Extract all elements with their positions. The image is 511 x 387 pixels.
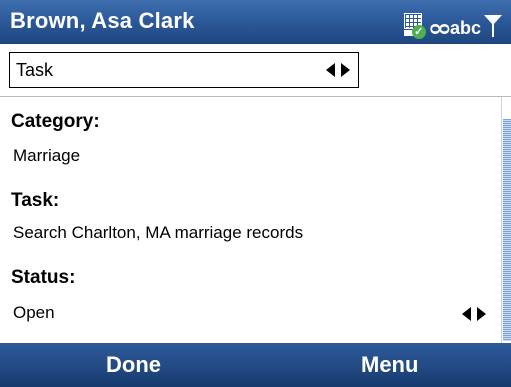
status-icons: ✓ ᴑᴑ abc xyxy=(403,5,503,39)
task-value[interactable]: Search Charlton, MA marriage records xyxy=(13,223,303,243)
next-arrow-icon[interactable] xyxy=(341,63,350,77)
contact-name-title: Brown, Asa Clark xyxy=(10,8,195,33)
category-label: Category: xyxy=(11,111,100,132)
status-label: Status: xyxy=(11,267,76,288)
title-bar: Brown, Asa Clark ✓ ᴑᴑ abc xyxy=(0,0,511,44)
network-sync-icon[interactable]: ✓ xyxy=(403,13,426,39)
status-value[interactable]: Open xyxy=(13,303,55,323)
scrollbar-thumb[interactable] xyxy=(503,119,511,341)
done-softkey[interactable]: Done xyxy=(106,352,161,378)
task-label: Task: xyxy=(11,190,60,211)
item-type-selector[interactable]: Task xyxy=(9,52,359,88)
status-next-arrow-icon[interactable] xyxy=(477,307,486,321)
voicemail-icon[interactable]: ᴑᴑ xyxy=(430,17,450,39)
category-value[interactable]: Marriage xyxy=(13,146,80,166)
vertical-scrollbar[interactable] xyxy=(501,97,511,343)
task-details: Category: Marriage Task: Search Charlton… xyxy=(0,97,500,343)
status-previous-arrow-icon[interactable] xyxy=(462,307,471,321)
status-arrows[interactable] xyxy=(462,307,486,321)
abc-input-mode-icon[interactable]: abc xyxy=(450,17,481,39)
item-type-value: Task xyxy=(16,60,54,80)
softkey-bar: Done Menu xyxy=(0,343,511,387)
menu-softkey[interactable]: Menu xyxy=(361,352,418,378)
previous-arrow-icon[interactable] xyxy=(326,63,335,77)
item-type-arrows[interactable] xyxy=(326,63,350,77)
signal-strength-icon[interactable] xyxy=(483,13,503,39)
